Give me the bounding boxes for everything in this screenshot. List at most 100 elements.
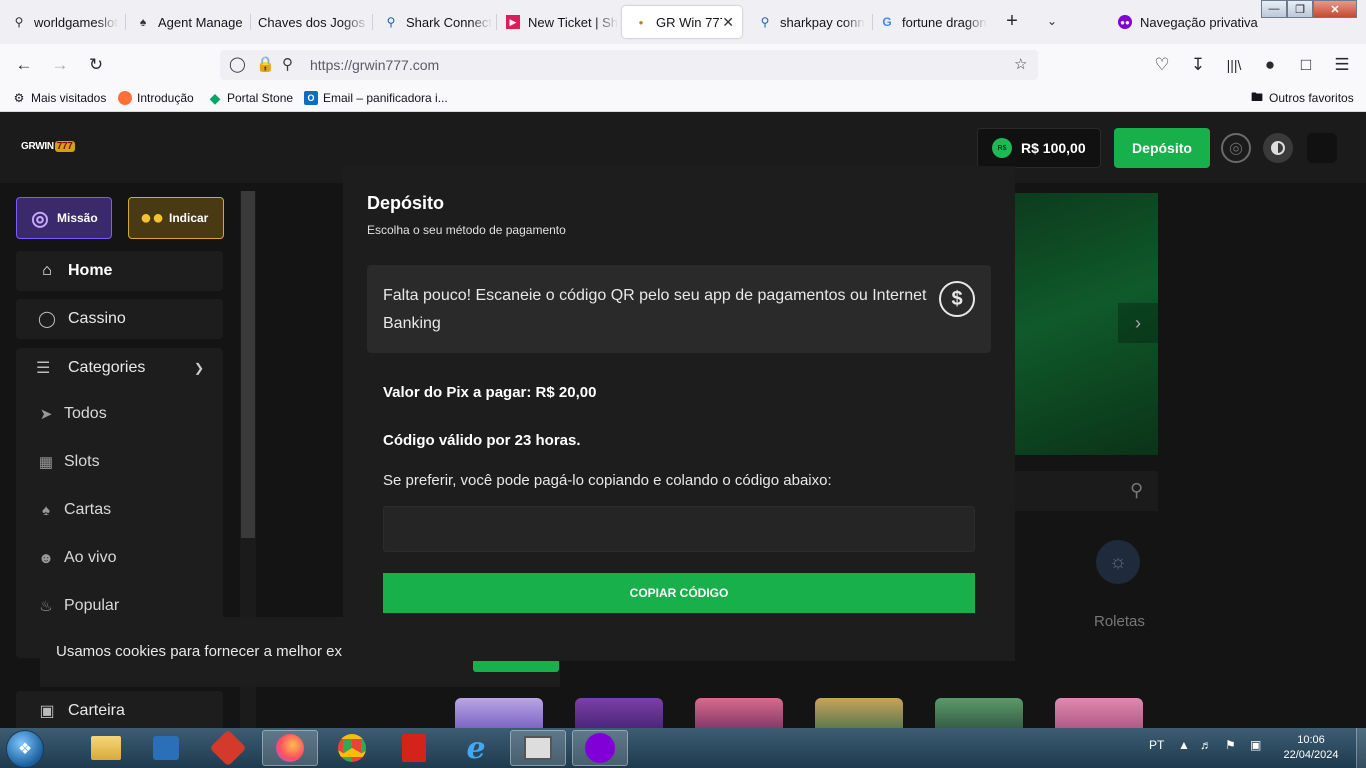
downloads-icon[interactable]: ↧ <box>1184 52 1212 78</box>
category-roletas-label[interactable]: Roletas <box>1094 613 1145 630</box>
back-icon[interactable]: ← <box>10 52 38 78</box>
tab-agent-manage[interactable]: ♠ Agent Manage <box>124 6 250 38</box>
sidebar-item-home[interactable]: ⌂ Home <box>16 251 223 291</box>
sidebar-item-casino[interactable]: ◯ Cassino <box>16 299 223 339</box>
file-explorer-icon[interactable] <box>78 730 134 766</box>
new-tab-icon[interactable]: + <box>998 8 1026 34</box>
key-icon[interactable]: ⚲ <box>282 55 293 73</box>
roulette-icon[interactable]: ☼ <box>1096 540 1140 584</box>
chrome-icon[interactable] <box>324 730 380 766</box>
acrobat-icon[interactable] <box>386 730 442 766</box>
target-icon: ◎ <box>31 207 49 230</box>
tab-worldgameslot[interactable]: ⚲ worldgameslot <box>0 6 124 38</box>
cards-icon: ♠ <box>42 501 50 519</box>
bookmark-email[interactable]: O Email – panificadora i... <box>304 91 448 105</box>
bookmark-star-icon[interactable]: ☆ <box>1014 55 1027 73</box>
tab-chaves-dos-jogos[interactable]: Chaves dos Jogos - <box>246 6 370 38</box>
site-logo[interactable]: GRWIN 777 <box>21 141 75 152</box>
copy-code-button[interactable]: COPIAR CÓDIGO <box>383 573 975 613</box>
puzzle-icon[interactable]: □ <box>1292 52 1320 78</box>
close-tab-icon[interactable]: ✕ <box>722 14 734 31</box>
tray-expand-icon[interactable]: ▲ <box>1178 738 1190 752</box>
sidebar-item-slots[interactable]: ▦ Slots <box>36 453 100 471</box>
game-thumbnail[interactable] <box>455 698 543 728</box>
maximize-icon[interactable]: ❐ <box>1287 0 1313 18</box>
gamepad-icon: ◯ <box>38 311 56 328</box>
tab-sharkpay[interactable]: ⚲ sharkpay conn <box>746 6 870 38</box>
indicate-button[interactable]: ●● Indicar <box>128 197 224 239</box>
cookie-text: Usamos cookies para fornecer a melhor ex… <box>56 643 359 660</box>
live-dealer-icon: ☻ <box>38 549 54 567</box>
sidebar-scrollbar-thumb[interactable] <box>241 191 255 538</box>
library-icon[interactable]: |||\ <box>1220 52 1248 78</box>
game-thumbnail[interactable] <box>1055 698 1143 728</box>
network-icon[interactable]: ▣ <box>1250 738 1261 752</box>
list-icon: ☰ <box>36 360 51 377</box>
url-text[interactable]: https://grwin777.com <box>310 57 439 73</box>
close-window-icon[interactable]: ✕ <box>1313 0 1357 18</box>
missions-button[interactable]: ◎ Missão <box>16 197 112 239</box>
system-clock[interactable]: 10:06 22/04/2024 <box>1276 733 1346 763</box>
game-thumbnail[interactable] <box>935 698 1023 728</box>
modal-subtitle: Escolha o seu método de pagamento <box>367 223 566 237</box>
sidebar-item-wallet[interactable]: ▣ Carteira <box>16 691 223 728</box>
ticket-icon: ▶ <box>506 15 520 29</box>
bookmark-portal-stone[interactable]: ◆ Portal Stone <box>208 90 293 106</box>
theme-toggle-icon[interactable] <box>1263 133 1293 163</box>
language-indicator[interactable]: PT <box>1149 738 1164 752</box>
copy-hint: Se preferir, você pode pagá-lo copiando … <box>383 472 832 489</box>
list-all-tabs-icon[interactable]: ⌄ <box>1038 8 1066 34</box>
game-thumbnail[interactable] <box>815 698 903 728</box>
tab-gr-win-777[interactable]: ● GR Win 777 ✕ <box>622 6 742 38</box>
wallet-icon: ▣ <box>39 703 55 720</box>
sidebar-item-cartas[interactable]: ♠ Cartas <box>36 501 111 519</box>
chevron-right-icon[interactable]: › <box>1118 303 1158 343</box>
tab-new-ticket[interactable]: ▶ New Ticket | Sh <box>494 6 618 38</box>
avatar[interactable] <box>1307 133 1337 163</box>
anydesk-icon[interactable] <box>200 729 256 767</box>
clock-date: 22/04/2024 <box>1283 749 1339 761</box>
payment-info-box: Falta pouco! Escaneie o código QR pelo s… <box>367 265 991 353</box>
sidebar-item-ao-vivo[interactable]: ☻ Ao vivo <box>36 549 116 567</box>
sidebar-item-todos[interactable]: ➤ Todos <box>36 405 107 423</box>
pix-amount: Valor do Pix a pagar: R$ 20,00 <box>383 384 597 401</box>
code-validity: Código válido por 23 horas. <box>383 432 581 449</box>
bookmark-introducao[interactable]: Introdução <box>118 91 194 105</box>
flag-icon[interactable]: ⚑ <box>1225 738 1236 752</box>
firefox-icon <box>118 91 132 105</box>
deposit-button[interactable]: Depósito <box>1114 128 1210 168</box>
tab-fortune-dragon[interactable]: G fortune dragon <box>868 6 992 38</box>
coin-icon: R$ <box>992 138 1012 158</box>
forward-icon[interactable]: → <box>46 52 74 78</box>
volume-icon[interactable]: ♬ <box>1200 738 1212 752</box>
slot-machine-icon: ▦ <box>38 454 54 471</box>
bookmark-outros-favoritos[interactable]: 🖿 Outros favoritos <box>1250 90 1354 106</box>
globe-icon[interactable]: ◎ <box>1221 133 1251 163</box>
outlook-icon: O <box>304 91 318 105</box>
url-bar[interactable]: ◯ 🔒 ⚲ https://grwin777.com ☆ <box>220 50 1038 80</box>
firefox-icon[interactable] <box>262 730 318 766</box>
game-thumbnail[interactable] <box>695 698 783 728</box>
game-thumbnail[interactable] <box>575 698 663 728</box>
pix-code-field[interactable] <box>383 506 975 552</box>
tab-shark-connect[interactable]: ⚲ Shark Connect <box>372 6 496 38</box>
private-browsing-icon[interactable] <box>572 730 628 766</box>
shield-icon[interactable]: ◯ <box>229 55 246 73</box>
lock-icon[interactable]: 🔒 <box>256 55 275 73</box>
start-button[interactable]: ❖ <box>6 730 44 768</box>
extension-icon[interactable]: ● <box>1256 52 1284 78</box>
printer-app-icon[interactable] <box>510 730 566 766</box>
internet-explorer-icon[interactable]: e <box>448 730 504 766</box>
pocket-icon[interactable]: ♡ <box>1148 52 1176 78</box>
sidebar-item-popular[interactable]: ♨ Popular <box>36 597 119 615</box>
reload-icon[interactable]: ↻ <box>82 52 110 78</box>
menu-icon[interactable]: ☰ <box>1328 52 1356 78</box>
show-desktop-button[interactable] <box>1356 728 1366 768</box>
media-player-icon[interactable] <box>138 730 194 766</box>
bookmark-mais-visitados[interactable]: ⚙ Mais visitados <box>12 91 107 105</box>
categories-toggle[interactable]: ☰ Categories ❯ <box>36 358 216 378</box>
balance-display[interactable]: R$ R$ 100,00 <box>977 128 1101 168</box>
search-icon[interactable]: ⚲ <box>1130 480 1143 501</box>
minimize-icon[interactable]: — <box>1261 0 1287 18</box>
clock-time: 10:06 <box>1297 734 1325 746</box>
